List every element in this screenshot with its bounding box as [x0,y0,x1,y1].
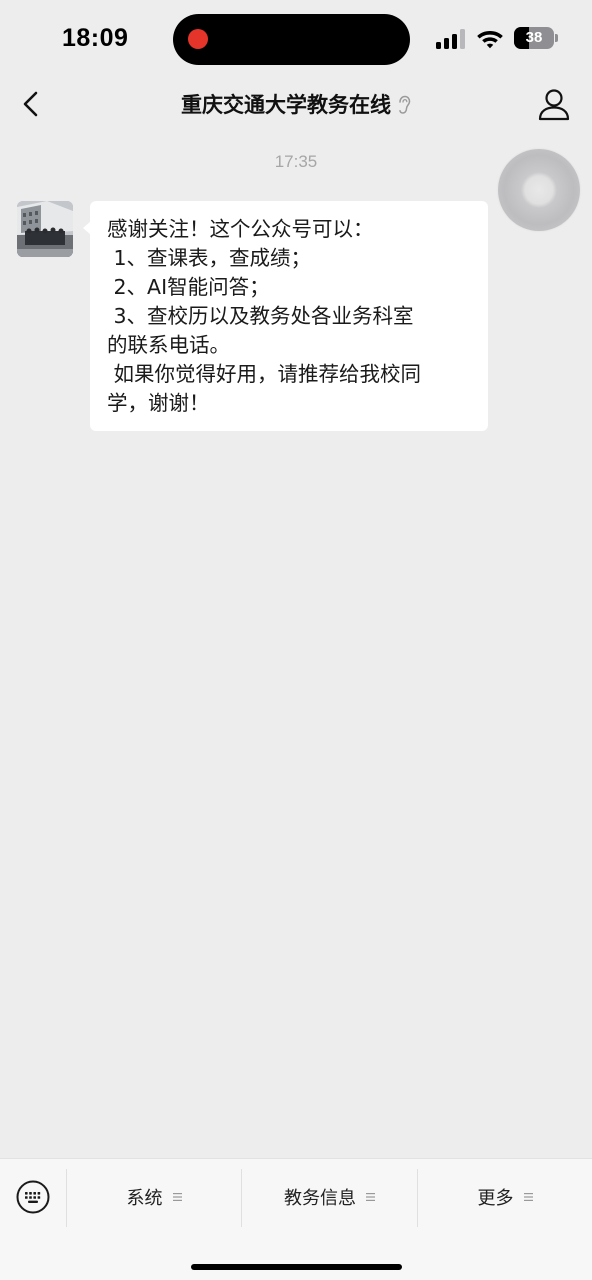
chat-screen: 18:09 38 重庆交通大学教务在线 17:35 感谢关注！这个公众号可以： … [0,0,592,1280]
dynamic-island [173,14,410,65]
message-line: 2、AI智能问答； [107,275,270,299]
avatar-photo-icon [17,201,73,257]
menu-item-label: 教务信息 [284,1188,356,1209]
profile-button[interactable] [534,86,574,122]
status-time: 18:09 [62,24,129,52]
battery-icon: 38 [514,27,560,49]
wifi-icon [477,31,503,49]
keyboard-toggle-button[interactable] [16,1180,50,1214]
submenu-lines-icon [366,1193,375,1201]
message-line: 如果你觉得好用，请推荐给我校同 [107,362,422,386]
navigation-bar: 重庆交通大学教务在线 [0,80,592,128]
back-button[interactable] [14,86,50,122]
message-bubble[interactable]: 感谢关注！这个公众号可以： 1、查课表，查成绩； 2、AI智能问答； 3、查校历… [83,201,488,431]
message-line: 1、查课表，查成绩； [107,246,312,270]
battery-percent: 38 [525,29,543,46]
message-line: 3、查校历以及教务处各业务科室 [107,304,414,328]
mute-notifications-icon [399,95,411,114]
menu-item-academic-info[interactable]: 教务信息 [242,1179,417,1215]
menu-item-system[interactable]: 系统 [67,1179,241,1215]
status-bar: 18:09 38 [0,0,592,80]
menu-item-label: 更多 [477,1188,514,1209]
menu-item-label: 系统 [126,1188,163,1209]
bottom-menu-bar: 系统 教务信息 更多 [0,1158,592,1280]
floating-window-button[interactable] [498,149,580,231]
message-line: 学，谢谢！ [107,391,210,415]
home-indicator[interactable] [191,1264,402,1270]
cellular-signal-icon [436,29,465,49]
message-line: 感谢关注！这个公众号可以： [107,217,374,241]
avatar[interactable] [17,201,73,257]
recording-indicator-icon [188,29,208,49]
submenu-lines-icon [523,1193,533,1201]
submenu-lines-icon [172,1193,182,1201]
menu-item-more[interactable]: 更多 [418,1179,592,1215]
bubble-tail [83,221,91,235]
message-line: 的联系电话。 [107,333,230,357]
page-title: 重庆交通大学教务在线 [181,93,391,117]
nav-title-area: 重庆交通大学教务在线 [100,88,492,120]
